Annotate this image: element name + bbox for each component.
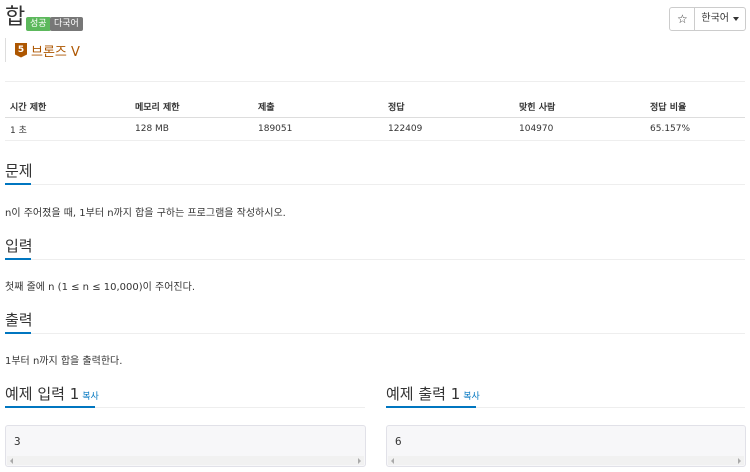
horizontal-scrollbar[interactable]: [7, 456, 364, 465]
time-limit-value: 1 초: [5, 117, 130, 141]
section-divider: [5, 259, 745, 260]
section-underline: [5, 258, 31, 260]
caret-down-icon: [733, 17, 739, 21]
language-label: 한국어: [701, 13, 729, 24]
star-icon: ☆: [677, 12, 688, 26]
section-divider: [5, 333, 745, 334]
scroll-right-icon[interactable]: [738, 458, 741, 464]
output-text: 1부터 n까지 합을 출력한다.: [5, 356, 123, 367]
section-title-output: 출력: [5, 311, 33, 329]
input-text: 첫째 줄에 n (1 ≤ n ≤ 10,000)이 주어진다.: [5, 282, 195, 293]
problem-stats-table: 시간 제한 메모리 제한 제출 정답 맞힌 사람 정답 비율 1 초 128 M…: [5, 95, 745, 141]
copy-output-link[interactable]: 복사: [463, 392, 480, 402]
sample-output-title: 예제 출력 1 복사: [386, 383, 480, 408]
sample-input-content: 3: [14, 435, 21, 448]
scroll-left-icon[interactable]: [391, 458, 394, 464]
sample-input-title: 예제 입력 1 복사: [5, 383, 99, 408]
memory-limit-value: 128 MB: [130, 117, 253, 141]
section-title-description: 문제: [5, 162, 33, 180]
section-divider: [5, 184, 745, 185]
sample-output-content: 6: [395, 435, 402, 448]
header-submissions: 제출: [253, 95, 383, 118]
sample-input-title-text: 예제 입력 1: [5, 385, 80, 403]
tier-info[interactable]: 5 브론즈 V: [5, 38, 80, 62]
success-badge: 성공: [26, 17, 51, 31]
section-underline: [386, 406, 476, 408]
stats-header-row: 시간 제한 메모리 제한 제출 정답 맞힌 사람 정답 비율: [5, 95, 745, 118]
language-dropdown[interactable]: 한국어: [695, 8, 745, 30]
sample-input-box[interactable]: 3: [5, 425, 366, 467]
copy-input-link[interactable]: 복사: [82, 392, 99, 402]
tier-label: 브론즈 V: [31, 44, 80, 60]
header-accepted: 정답: [383, 95, 514, 118]
solved-users-value: 104970: [514, 117, 645, 141]
section-title-input: 입력: [5, 237, 33, 255]
accepted-value: 122409: [383, 117, 514, 141]
accept-rate-value: 65.157%: [645, 117, 745, 141]
scroll-right-icon[interactable]: [358, 458, 361, 464]
description-text: n이 주어졌을 때, 1부터 n까지 합을 구하는 프로그램을 작성하시오.: [5, 208, 286, 219]
bronze-tier-icon: 5: [15, 42, 27, 58]
horizontal-scrollbar[interactable]: [388, 456, 744, 465]
top-button-group: ☆ 한국어: [669, 7, 746, 31]
header-memory-limit: 메모리 제한: [130, 95, 253, 118]
sample-output-box[interactable]: 6: [386, 425, 746, 467]
section-underline: [5, 332, 31, 334]
multilang-badge: 다국어: [50, 17, 83, 31]
section-underline: [5, 406, 95, 408]
header-time-limit: 시간 제한: [5, 95, 130, 118]
submissions-value: 189051: [253, 117, 383, 141]
problem-title: 합: [5, 5, 26, 30]
section-underline: [5, 183, 31, 185]
header-solved-users: 맞힌 사람: [514, 95, 645, 118]
sample-output-title-text: 예제 출력 1: [386, 385, 461, 403]
star-button[interactable]: ☆: [670, 8, 696, 30]
header-divider: [5, 81, 745, 82]
stats-value-row: 1 초 128 MB 189051 122409 104970 65.157%: [5, 117, 745, 141]
scroll-left-icon[interactable]: [10, 458, 13, 464]
header-accept-rate: 정답 비율: [645, 95, 745, 118]
